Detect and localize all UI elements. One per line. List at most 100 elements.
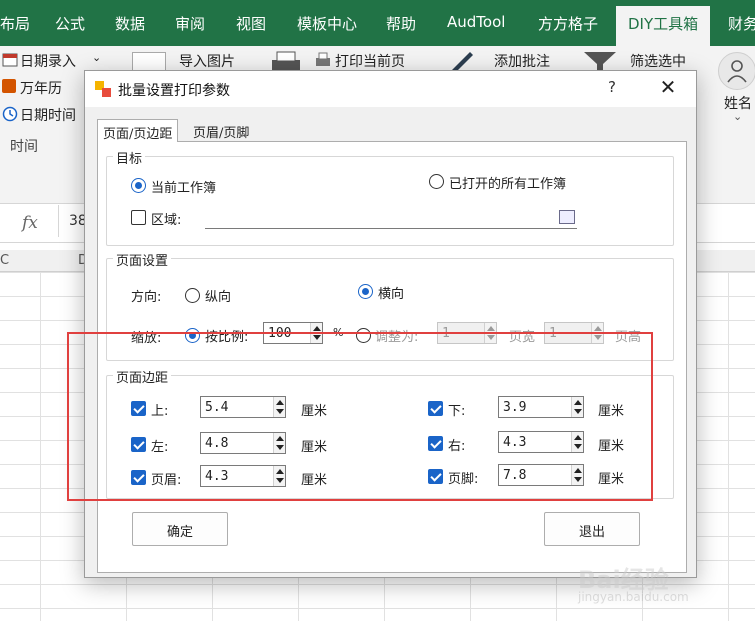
print-small-icon (316, 52, 330, 66)
fit-to-label[interactable]: 调整为: (375, 326, 418, 345)
group-label-time: 时间 (10, 139, 38, 155)
target-group: 目标 当前工作簿 已打开的所有工作簿 区域: (106, 148, 674, 246)
chevron-down-icon[interactable]: ⌄ (92, 51, 101, 64)
right-margin-value: 4.3 (503, 435, 527, 450)
left-margin-spinner[interactable] (273, 433, 285, 453)
header-margin-checkbox[interactable] (131, 470, 146, 485)
footer-margin-value: 7.8 (503, 468, 527, 483)
tab-formulas[interactable]: 公式 (55, 13, 85, 34)
right-margin-label[interactable]: 右: (448, 435, 465, 454)
bottom-margin-label[interactable]: 下: (448, 400, 465, 419)
clock-icon (2, 106, 18, 122)
header-margin-value: 4.3 (205, 469, 229, 484)
footer-margin-checkbox[interactable] (428, 469, 443, 484)
left-margin-label[interactable]: 左: (151, 436, 168, 455)
all-workbooks-label[interactable]: 已打开的所有工作簿 (449, 173, 566, 192)
chevron-down-icon[interactable]: ⌄ (733, 110, 742, 123)
ratio-spinner[interactable] (310, 323, 322, 343)
fx-icon[interactable]: fx (22, 213, 38, 233)
tab-review[interactable]: 审阅 (175, 13, 205, 34)
by-ratio-label[interactable]: 按比例: (205, 326, 248, 345)
ok-button[interactable]: 确定 (132, 512, 228, 546)
print-settings-dialog: 批量设置打印参数 ? ✕ 页面/页边距 页眉/页脚 目标 当前工作簿 已打开的所… (84, 70, 697, 578)
tab-header-footer[interactable]: 页眉/页脚 (188, 119, 254, 141)
tab-finance[interactable]: 财务 (728, 13, 755, 34)
add-comment-button[interactable]: 添加批注 (494, 51, 550, 71)
portrait-label[interactable]: 纵向 (205, 286, 231, 305)
tab-layout[interactable]: 布局 (0, 13, 30, 34)
pages-tall-input[interactable]: 1 (544, 322, 604, 344)
tab-template-center[interactable]: 模板中心 (297, 13, 357, 34)
left-margin-unit: 厘米 (301, 440, 328, 455)
print-current-page-button[interactable]: 打印当前页 (335, 51, 405, 71)
tab-view[interactable]: 视图 (236, 13, 266, 34)
bottom-margin-value: 3.9 (503, 400, 527, 415)
range-picker-icon[interactable] (559, 210, 575, 224)
pages-tall-spinner[interactable] (591, 323, 603, 343)
current-workbook-radio[interactable] (131, 178, 146, 193)
ribbon-tab-bar: 布局 公式 数据 审阅 视图 模板中心 帮助 AudTool 方方格子 DIY工… (0, 0, 755, 46)
top-margin-spinner[interactable] (273, 397, 285, 417)
tab-page-margins[interactable]: 页面/页边距 (97, 119, 179, 142)
pages-wide-spinner[interactable] (484, 323, 496, 343)
top-margin-unit: 厘米 (301, 404, 328, 419)
right-margin-unit: 厘米 (598, 439, 625, 454)
top-margin-label[interactable]: 上: (151, 400, 168, 419)
footer-margin-spinner[interactable] (571, 465, 583, 485)
tab-data[interactable]: 数据 (115, 13, 145, 34)
fit-to-radio[interactable] (356, 328, 371, 343)
ratio-input[interactable]: 100 (263, 322, 323, 344)
footer-margin-input[interactable]: 7.8 (498, 464, 584, 486)
page-setup-legend: 页面设置 (113, 250, 172, 269)
percent-unit: % (333, 326, 344, 339)
tab-fangfang[interactable]: 方方格子 (538, 13, 598, 34)
right-margin-spinner[interactable] (571, 432, 583, 452)
range-checkbox[interactable] (131, 210, 146, 225)
footer-margin-label[interactable]: 页脚: (448, 468, 478, 487)
user-icon (727, 60, 747, 83)
help-button[interactable]: ? (602, 78, 622, 96)
tab-help[interactable]: 帮助 (386, 13, 416, 34)
right-margin-checkbox[interactable] (428, 436, 443, 451)
portrait-radio[interactable] (185, 288, 200, 303)
current-workbook-label[interactable]: 当前工作簿 (151, 177, 216, 196)
page-setup-group: 页面设置 方向: 纵向 横向 缩放: 按比例: 100 % 调整为: 1 页宽 … (106, 250, 674, 361)
filter-selected-button[interactable]: 筛选选中 (630, 51, 686, 71)
all-workbooks-radio[interactable] (429, 174, 444, 189)
dialog-title-bar[interactable]: 批量设置打印参数 ? ✕ (85, 71, 696, 107)
margins-legend: 页面边距 (113, 367, 172, 386)
dialog-title: 批量设置打印参数 (118, 83, 230, 99)
pages-tall-value: 1 (549, 326, 557, 341)
range-input[interactable] (205, 207, 577, 229)
header-margin-spinner[interactable] (273, 466, 285, 486)
top-margin-input[interactable]: 5.4 (200, 396, 286, 418)
landscape-label[interactable]: 横向 (378, 283, 404, 302)
by-ratio-radio[interactable] (185, 328, 200, 343)
date-time-button[interactable]: 日期时间 (20, 105, 76, 125)
bottom-margin-spinner[interactable] (571, 397, 583, 417)
tab-diy-toolbox[interactable]: DIY工具箱 (616, 6, 711, 46)
header-margin-input[interactable]: 4.3 (200, 465, 286, 487)
target-legend: 目标 (113, 148, 146, 167)
date-entry-button[interactable]: 日期录入 (20, 51, 76, 71)
close-button[interactable]: ✕ (653, 75, 683, 99)
left-margin-input[interactable]: 4.8 (200, 432, 286, 454)
pages-wide-input[interactable]: 1 (437, 322, 497, 344)
bottom-margin-checkbox[interactable] (428, 401, 443, 416)
calendar-icon (2, 53, 18, 67)
top-margin-checkbox[interactable] (131, 401, 146, 416)
import-image-button[interactable]: 导入图片 (179, 51, 235, 71)
watermark-subtext: jingyan.baidu.com (578, 590, 689, 604)
landscape-radio[interactable] (358, 284, 373, 299)
ratio-value: 100 (268, 326, 292, 341)
header-margin-label[interactable]: 页眉: (151, 469, 181, 488)
column-header-c[interactable]: C (0, 253, 9, 268)
bottom-margin-input[interactable]: 3.9 (498, 396, 584, 418)
tab-audtool[interactable]: AudTool (447, 13, 505, 31)
perpetual-calendar-button[interactable]: 万年历 (20, 78, 62, 98)
range-label[interactable]: 区域: (151, 209, 181, 228)
pages-wide-value: 1 (442, 326, 450, 341)
right-margin-input[interactable]: 4.3 (498, 431, 584, 453)
exit-button[interactable]: 退出 (544, 512, 640, 546)
left-margin-checkbox[interactable] (131, 437, 146, 452)
